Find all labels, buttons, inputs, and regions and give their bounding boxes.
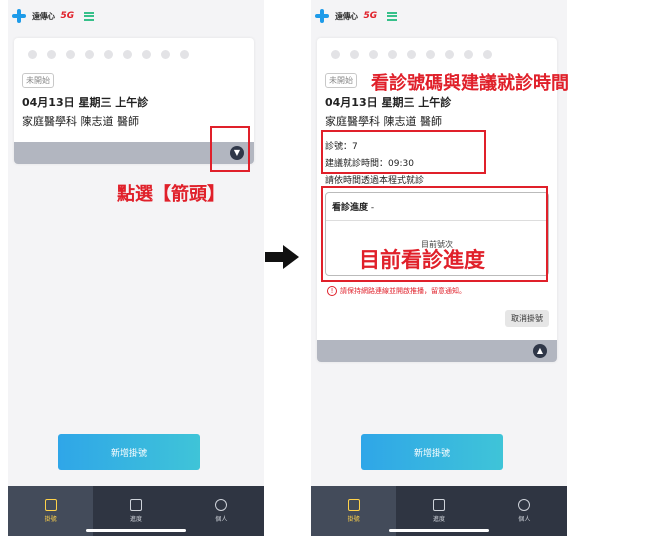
annotation-tap-arrow: 點選【箭頭】: [117, 184, 225, 205]
logo-cross-icon: [315, 9, 329, 23]
alert-icon: !: [327, 286, 337, 296]
logo-text: 遠傳心: [32, 11, 55, 21]
home-indicator: [86, 529, 186, 532]
left-phone-screen: 遠傳心 5G 未開始 04月13日 星期三 上午診 家庭醫學科 陳志道 醫師 ▼…: [8, 0, 264, 536]
chevron-up-icon[interactable]: ▲: [533, 344, 547, 358]
new-appointment-button[interactable]: 新增掛號: [58, 434, 200, 470]
card-dots: [14, 38, 254, 59]
appointment-date: 04月13日 星期三 上午診: [22, 96, 149, 109]
cancel-appointment-button[interactable]: 取消掛號: [505, 310, 549, 327]
arrow-right-icon: [265, 245, 299, 269]
app-header: 遠傳心 5G: [8, 0, 264, 32]
tab-register-label: 掛號: [347, 516, 360, 523]
tab-profile[interactable]: 個人: [482, 486, 567, 536]
tab-profile[interactable]: 個人: [179, 486, 264, 536]
calendar-plus-icon: [347, 499, 360, 511]
calendar-plus-icon: [44, 499, 57, 511]
annotation-number-time: 看診號碼與建議就診時間: [371, 73, 569, 94]
tab-register-label: 掛號: [44, 516, 57, 523]
tab-profile-label: 個人: [215, 516, 228, 523]
menu-icon[interactable]: [387, 11, 398, 21]
tab-profile-label: 個人: [518, 516, 531, 523]
doctor-name: 家庭醫學科 陳志道 醫師: [325, 115, 442, 128]
notice-text: 請依時間透過本程式就診: [325, 176, 425, 186]
app-header: 遠傳心 5G: [311, 0, 567, 32]
new-appointment-button[interactable]: 新增掛號: [361, 434, 503, 470]
user-icon: [215, 499, 228, 511]
bottom-tab-bar: 掛號 進度 個人: [311, 486, 567, 536]
tutorial-canvas: 遠傳心 5G 未開始 04月13日 星期三 上午診 家庭醫學科 陳志道 醫師 ▼…: [0, 0, 658, 536]
annotation-box-chevron: [210, 126, 250, 172]
logo-5g: 5G: [60, 11, 75, 21]
user-icon: [518, 499, 531, 511]
annotation-box-number: [321, 130, 486, 174]
calendar-clock-icon: [432, 499, 445, 511]
calendar-clock-icon: [129, 499, 142, 511]
warning-line: ! 請保持網路連線並開啟推播，留意通知。: [327, 286, 557, 296]
home-indicator: [389, 529, 489, 532]
tab-register[interactable]: 掛號: [8, 486, 94, 536]
tab-progress-label: 進度: [432, 516, 445, 523]
status-badge: 未開始: [22, 73, 54, 88]
warning-text: 請保持網路連線並開啟推播，留意通知。: [340, 287, 466, 295]
menu-icon[interactable]: [84, 11, 95, 21]
bottom-tab-bar: 掛號 進度 個人: [8, 486, 264, 536]
tab-register[interactable]: 掛號: [311, 486, 397, 536]
annotation-current-progress: 目前看診進度: [359, 248, 485, 272]
card-dots: [317, 38, 557, 59]
tab-progress-label: 進度: [129, 516, 142, 523]
appointment-date: 04月13日 星期三 上午診: [325, 96, 452, 109]
logo-text: 遠傳心: [335, 11, 358, 21]
logo-5g: 5G: [363, 11, 378, 21]
status-badge: 未開始: [325, 73, 357, 88]
logo-cross-icon: [12, 9, 26, 23]
card-footer: ▲: [317, 340, 557, 362]
